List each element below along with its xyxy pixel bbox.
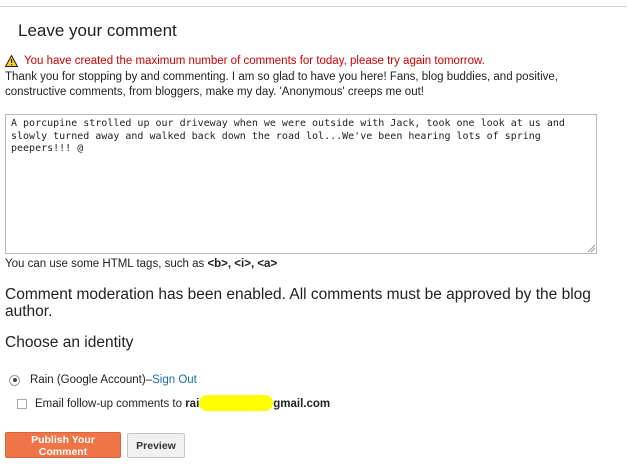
moderation-notice: Comment moderation has been enabled. All… <box>5 286 591 320</box>
html-tags-hint: You can use some HTML tags, such as <b>,… <box>5 258 278 270</box>
identity-account-label: Rain (Google Account) <box>30 374 146 386</box>
comment-form-heading: Leave your comment <box>18 21 177 40</box>
comment-textarea[interactable]: A porcupine strolled up our driveway whe… <box>5 114 597 254</box>
followup-option[interactable]: Email follow-up comments to rai gmail.com <box>17 395 330 412</box>
publish-comment-button[interactable]: Publish Your Comment <box>5 432 121 458</box>
identity-radio[interactable] <box>9 374 20 386</box>
warning-text: You have created the maximum number of c… <box>24 55 485 67</box>
preview-button[interactable]: Preview <box>127 433 185 458</box>
email-suffix: gmail.com <box>273 397 331 410</box>
sign-out-link[interactable]: Sign Out <box>152 374 197 386</box>
identity-heading: Choose an identity <box>5 334 134 351</box>
warning-triangle-icon <box>5 55 18 67</box>
intro-text: Thank you for stopping by and commenting… <box>5 71 558 98</box>
html-hint-text: You can use some HTML tags, such as <box>5 258 205 270</box>
email-prefix: rai <box>185 397 200 410</box>
email-redaction-highlight <box>199 395 274 411</box>
followup-label: Email follow-up comments to <box>35 397 182 410</box>
limit-warning: You have created the maximum number of c… <box>5 55 485 67</box>
top-divider <box>0 6 627 7</box>
html-tag-italic: <i> <box>234 258 251 270</box>
resize-grip-icon[interactable] <box>586 243 596 253</box>
html-tag-anchor: <a> <box>257 258 278 270</box>
identity-option-google[interactable]: Rain (Google Account) – Sign Out <box>9 374 197 386</box>
followup-checkbox[interactable] <box>17 398 27 409</box>
html-tag-bold: <b> <box>207 258 228 270</box>
